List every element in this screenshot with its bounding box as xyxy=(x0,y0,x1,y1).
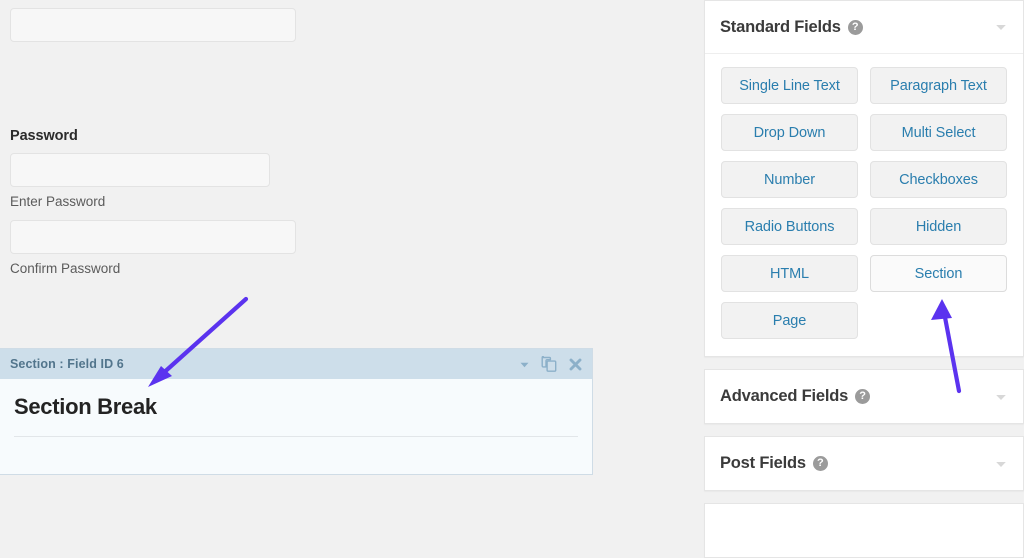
chevron-down-icon[interactable] xyxy=(993,456,1009,472)
field-button-checkboxes[interactable]: Checkboxes xyxy=(870,161,1007,198)
chevron-down-icon[interactable] xyxy=(518,358,531,371)
form-field-password[interactable]: Password Enter Password Confirm Password xyxy=(10,128,296,276)
form-editor-canvas: Password Enter Password Confirm Password… xyxy=(0,0,694,514)
panel-body-standard-fields: Single Line Text Paragraph Text Drop Down M… xyxy=(705,54,1023,356)
panel-next-partial[interactable] xyxy=(704,503,1024,558)
field-button-paragraph-text[interactable]: Paragraph Text xyxy=(870,67,1007,104)
panel-gap xyxy=(704,491,1024,503)
panel-standard-fields: Standard Fields ? Single Line Text Paragr… xyxy=(704,0,1024,357)
password-sub-label-enter: Enter Password xyxy=(10,194,296,209)
help-icon[interactable]: ? xyxy=(848,20,863,35)
field-library-sidebar: Standard Fields ? Single Line Text Paragr… xyxy=(704,0,1024,514)
close-icon[interactable] xyxy=(568,357,583,372)
password-field-label: Password xyxy=(10,128,296,144)
field-button-drop-down[interactable]: Drop Down xyxy=(721,114,858,151)
field-button-hidden[interactable]: Hidden xyxy=(870,208,1007,245)
panel-header-standard-fields[interactable]: Standard Fields ? xyxy=(705,1,1023,54)
chevron-down-icon[interactable] xyxy=(993,389,1009,405)
field-button-page[interactable]: Page xyxy=(721,302,858,339)
panel-title-advanced-fields: Advanced Fields xyxy=(720,387,848,406)
panel-gap xyxy=(704,357,1024,369)
untitled-text-input[interactable] xyxy=(10,8,296,42)
field-button-radio-buttons[interactable]: Radio Buttons xyxy=(721,208,858,245)
panel-title-standard-fields: Standard Fields xyxy=(720,18,841,37)
section-break-title: Section Break xyxy=(14,395,578,419)
duplicate-icon[interactable] xyxy=(541,356,558,373)
panel-title-post-fields: Post Fields xyxy=(720,454,806,473)
help-icon[interactable]: ? xyxy=(855,389,870,404)
panel-post-fields: Post Fields ? xyxy=(704,436,1024,491)
chevron-down-icon[interactable] xyxy=(993,19,1009,35)
section-break-divider xyxy=(14,436,578,437)
confirm-password-input[interactable] xyxy=(10,220,296,254)
help-icon[interactable]: ? xyxy=(813,456,828,471)
form-field-section-break[interactable]: Section : Field ID 6 xyxy=(0,348,593,475)
form-field-untitled[interactable] xyxy=(10,8,296,42)
password-sub-label-confirm: Confirm Password xyxy=(10,261,296,276)
panel-header-post-fields[interactable]: Post Fields ? xyxy=(705,437,1023,490)
section-break-body: Section Break xyxy=(0,379,592,474)
field-button-multi-select[interactable]: Multi Select xyxy=(870,114,1007,151)
section-field-toolbar xyxy=(518,356,583,373)
field-button-single-line-text[interactable]: Single Line Text xyxy=(721,67,858,104)
panel-advanced-fields: Advanced Fields ? xyxy=(704,369,1024,424)
section-field-titlebar[interactable]: Section : Field ID 6 xyxy=(0,349,592,379)
field-button-html[interactable]: HTML xyxy=(721,255,858,292)
panel-gap xyxy=(704,424,1024,436)
field-button-number[interactable]: Number xyxy=(721,161,858,198)
field-button-section[interactable]: Section xyxy=(870,255,1007,292)
panel-header-advanced-fields[interactable]: Advanced Fields ? xyxy=(705,370,1023,423)
password-input[interactable] xyxy=(10,153,270,187)
panel-header-partial[interactable] xyxy=(705,504,1023,557)
section-field-id-label: Section : Field ID 6 xyxy=(10,357,518,371)
